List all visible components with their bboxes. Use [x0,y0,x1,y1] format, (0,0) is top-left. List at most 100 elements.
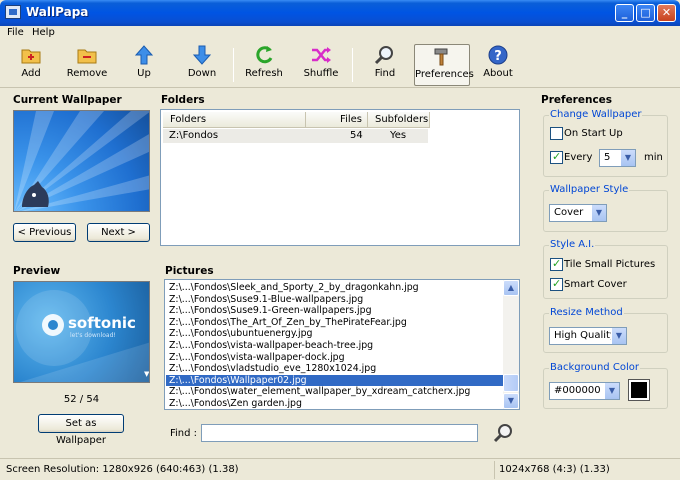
interval-unit: min [644,152,663,163]
scrollbar-thumb[interactable] [503,374,519,392]
close-button[interactable]: ✕ [657,4,676,22]
minimize-icon: _ [621,6,628,19]
color-swatch-button[interactable] [628,379,650,401]
menu-file[interactable]: File [7,27,24,38]
find-label: Find [374,68,396,79]
set-as-wallpaper-button[interactable]: Set as Wallpaper [38,414,124,446]
background-color-group: Background Color #000000 ▼ [543,362,668,409]
about-label: About [483,68,513,79]
on-start-up-label: On Start Up [564,128,623,139]
list-item[interactable]: Z:\...\Fondos\vista-wallpaper-beach-tree… [166,340,504,352]
chevron-down-icon: ▼ [611,328,626,344]
toolbar: Add Remove Up Down Refresh Shuffle Find … [0,42,680,88]
style-ai-group: Style A.I. Tile Small Pictures Smart Cov… [543,239,668,299]
pictures-list[interactable]: Z:\...\Fondos\Sleek_and_Sporty_2_by_drag… [164,279,520,410]
refresh-label: Refresh [245,68,283,79]
background-color-value: #000000 [554,385,601,396]
hammer-icon [434,48,448,66]
on-start-up-checkbox[interactable] [550,127,563,140]
chevron-down-icon: ▼ [507,396,515,405]
down-button[interactable]: Down [184,44,220,86]
chevron-down-icon: ▼ [591,205,606,221]
change-wallpaper-title: Change Wallpaper [549,109,643,120]
resize-method-title: Resize Method [549,307,624,318]
wallpaper-style-value: Cover [554,207,584,218]
folder-path: Z:\Fondos [169,130,219,141]
change-wallpaper-group: Change Wallpaper On Start Up Every 5 ▼ m… [543,109,668,177]
screen-resolution-status: Screen Resolution: 1280x926 (640:463) (1… [6,464,239,475]
refresh-icon [256,46,273,64]
up-label: Up [137,68,151,79]
pictures-scrollbar[interactable]: ▲ ▼ [503,280,519,409]
every-label: Every [564,152,593,163]
shuffle-icon [312,47,331,63]
list-item[interactable]: Z:\...\Fondos\vladstudio_eve_1280x1024.j… [166,363,504,375]
wallpaper-style-group: Wallpaper Style Cover ▼ [543,184,668,232]
files-column-header[interactable]: Files [306,112,368,128]
softonic-logo-text: softonic [68,314,136,332]
subfolders-column-header[interactable]: Subfolders [368,112,430,128]
app-icon [5,5,21,19]
title-bar[interactable]: WallPapa _ □ ✕ [0,0,680,26]
find-field-label: Find : [170,428,198,439]
toolbar-separator [352,48,353,82]
up-button[interactable]: Up [128,44,160,86]
maximize-button[interactable]: □ [636,4,655,22]
maximize-icon: □ [640,6,651,19]
shuffle-label: Shuffle [303,68,339,79]
list-item[interactable]: Z:\...\Fondos\vista-wallpaper-dock.jpg [166,352,504,364]
list-item[interactable]: Z:\...\Fondos\Sleek_and_Sporty_2_by_drag… [166,282,504,294]
tile-small-pictures-checkbox[interactable] [550,257,563,271]
remove-button[interactable]: Remove [64,44,110,86]
minimize-button[interactable]: _ [615,4,634,22]
next-button[interactable]: Next > [87,223,150,242]
chevron-down-icon: ▼ [604,383,619,399]
table-row[interactable]: Z:\Fondos 54 Yes [163,129,428,143]
menu-bar: File Help [0,26,680,42]
background-color-select[interactable]: #000000 ▼ [549,382,620,400]
list-item[interactable]: Z:\...\Fondos\The_Art_Of_Zen_by_ThePirat… [166,317,504,329]
window-title: WallPapa [26,5,89,19]
list-item[interactable]: Z:\...\Fondos\water_element_wallpaper_by… [166,386,504,398]
resize-method-group: Resize Method High Quality ▼ [543,307,668,353]
resize-method-select[interactable]: High Quality ▼ [549,327,627,345]
pictures-heading: Pictures [165,265,214,277]
find-input[interactable] [201,424,478,442]
arrow-down-icon [192,45,212,65]
previous-button[interactable]: < Previous [13,223,76,242]
preferences-label: Preferences [415,69,474,80]
image-resolution-status: 1024x768 (4:3) (1.33) [494,461,678,479]
current-wallpaper-thumbnail [13,110,150,212]
add-button[interactable]: Add [10,44,52,86]
current-wallpaper-heading: Current Wallpaper [13,94,122,106]
find-button[interactable]: Find [370,44,400,86]
list-item[interactable]: Z:\...\Fondos\Suse9.1-Blue-wallpapers.jp… [166,294,504,306]
wallpaper-style-title: Wallpaper Style [549,184,630,195]
folders-list[interactable]: Folders Files Subfolders Z:\Fondos 54 Ye… [160,109,520,246]
preferences-button[interactable]: Preferences [414,44,474,86]
folders-column-header[interactable]: Folders [163,112,306,128]
list-item-selected[interactable]: Z:\...\Fondos\Wallpaper02.jpg [166,374,504,387]
scroll-up-button[interactable]: ▲ [503,280,519,296]
shuffle-button[interactable]: Shuffle [302,44,340,86]
chevron-down-icon: ▼ [144,370,150,378]
list-item[interactable]: Z:\...\Fondos\ubuntuenergy.jpg [166,328,504,340]
smart-cover-checkbox[interactable] [550,277,563,291]
toolbar-separator [233,48,234,82]
wallpaper-style-select[interactable]: Cover ▼ [549,204,607,222]
scroll-down-button[interactable]: ▼ [503,393,519,409]
smart-cover-label: Smart Cover [564,279,627,290]
add-folder-icon [21,49,41,64]
list-item[interactable]: Z:\...\Fondos\Zen garden.jpg [166,398,504,409]
folder-files: 54 [350,130,363,141]
chevron-down-icon: ▼ [620,150,635,166]
menu-help[interactable]: Help [32,27,55,38]
interval-select[interactable]: 5 ▼ [599,149,636,167]
find-search-button[interactable] [492,423,514,446]
preview-thumbnail: softonic let's download! ▼ [13,281,150,383]
magnifier-icon [374,46,393,65]
every-checkbox[interactable] [550,150,563,164]
refresh-button[interactable]: Refresh [244,44,284,86]
list-item[interactable]: Z:\...\Fondos\Suse9.1-Green-wallpapers.j… [166,305,504,317]
about-button[interactable]: ? About [482,44,514,86]
